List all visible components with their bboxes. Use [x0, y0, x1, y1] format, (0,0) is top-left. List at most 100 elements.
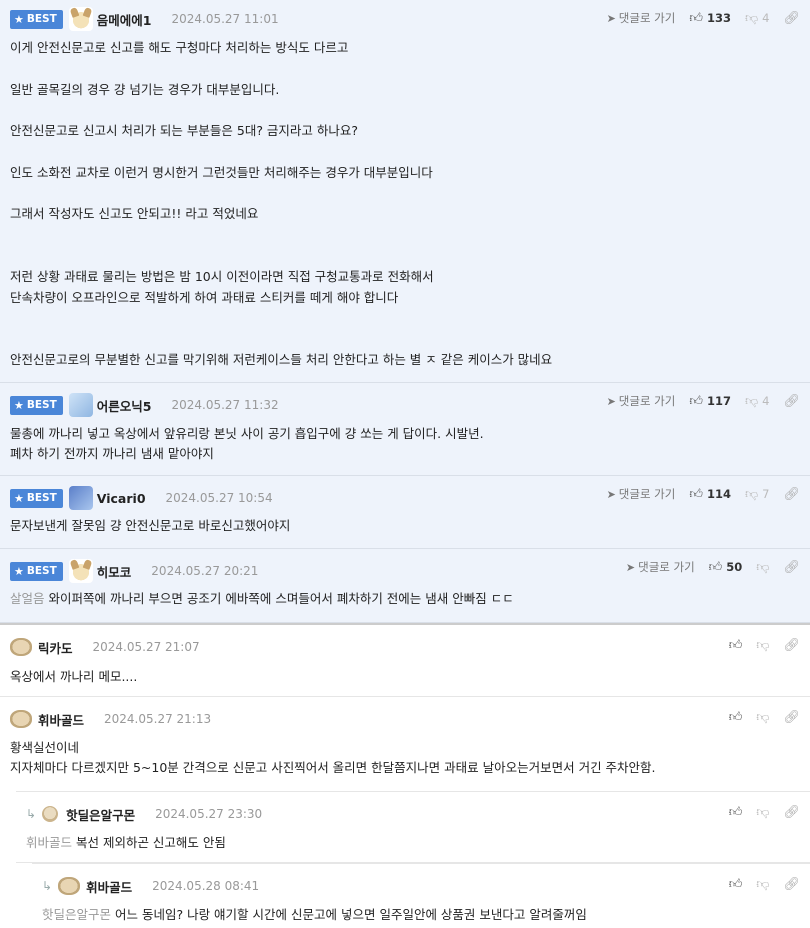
avatar[interactable]: [68, 7, 93, 31]
author-nick[interactable]: 릭카도: [38, 638, 73, 657]
thumbs-up-icon: 👍︎: [728, 637, 743, 653]
comment-date: 2024.05.27 21:13: [104, 712, 212, 726]
mention-link[interactable]: 살얼음: [10, 591, 45, 606]
avatar[interactable]: [68, 486, 93, 510]
dislike-button[interactable]: 👎︎: [756, 805, 769, 820]
author-nick[interactable]: 휘바골드: [38, 710, 84, 729]
author-nick[interactable]: 음메에에1: [97, 10, 152, 29]
star-icon: ★: [14, 564, 24, 578]
dislike-button[interactable]: 👎︎ 4: [745, 11, 770, 26]
thumbs-down-icon: 👎︎: [744, 10, 759, 26]
like-button[interactable]: 👍︎: [729, 638, 743, 653]
best-comment: ★ BEST 음메에에1 2024.05.27 11:01 ➤ 댓글로 가기 👍︎ 1…: [0, 0, 810, 383]
comment-date: 2024.05.27 10:54: [165, 491, 273, 505]
comment-body: 황색실선이네 지자체마다 다르겠지만 5~10분 간격으로 신문고 사진찍어서 …: [10, 740, 656, 775]
star-icon: ★: [14, 398, 24, 412]
like-button[interactable]: 👍︎ 117: [689, 394, 731, 409]
send-arrow-icon: ➤: [606, 11, 616, 25]
thumbs-up-icon: 👍︎: [689, 486, 703, 502]
comment-header: 릭카도 2024.05.27 21:07: [10, 635, 200, 659]
dislike-button[interactable]: 👎︎ 7: [745, 487, 770, 502]
comment-date: 2024.05.27 20:21: [151, 564, 259, 578]
link-icon[interactable]: 🔗︎: [783, 11, 800, 26]
avatar[interactable]: [58, 877, 81, 895]
goto-comment-link[interactable]: ➤ 댓글로 가기: [607, 393, 676, 409]
link-icon[interactable]: 🔗︎: [783, 394, 800, 409]
comment-body: 옥상에서 까나리 메모....: [10, 669, 138, 684]
avatar[interactable]: [10, 638, 32, 656]
goto-comment-link[interactable]: ➤ 댓글로 가기: [607, 486, 676, 502]
dislike-button[interactable]: 👎︎: [756, 560, 769, 575]
comment-tools: ➤ 댓글로 가기 👍︎ 50 👎︎ 🔗︎: [626, 557, 800, 577]
best-badge: ★ BEST: [10, 395, 63, 415]
thumbs-down-icon: 👎︎: [756, 876, 770, 892]
thumbs-up-icon: 👍︎: [708, 559, 723, 575]
send-arrow-icon: ➤: [606, 487, 616, 501]
avatar[interactable]: [68, 559, 93, 583]
like-button[interactable]: 👍︎ 114: [689, 487, 731, 502]
comment-body: 문자보낸게 잘못임 걍 안전신문고로 바로신고했어야지: [10, 518, 291, 533]
comment-header: ↳ 휘바골드 2024.05.28 08:41: [42, 874, 259, 898]
like-button[interactable]: 👍︎: [729, 877, 743, 892]
best-badge: ★ BEST: [10, 9, 63, 29]
link-icon[interactable]: 🔗︎: [783, 877, 800, 892]
best-badge: ★ BEST: [10, 561, 63, 581]
comment: 릭카도 2024.05.27 21:07 👍︎ 👎︎ 🔗︎ 옥상에서 까나리 메…: [0, 625, 810, 697]
thumbs-down-icon: 👎︎: [756, 804, 770, 820]
dislike-button[interactable]: 👎︎: [756, 638, 769, 653]
link-icon[interactable]: 🔗︎: [783, 487, 800, 502]
author-nick[interactable]: 핫딜은알구몬: [66, 805, 135, 824]
comment-tools: ➤ 댓글로 가기 👍︎ 117 👎︎ 4 🔗︎: [607, 391, 800, 411]
best-comment: ★ BEST 히모코 2024.05.27 20:21 ➤ 댓글로 가기 👍︎ 50 …: [0, 549, 810, 623]
thumbs-down-icon: 👎︎: [756, 709, 770, 725]
star-icon: ★: [14, 12, 24, 26]
author-nick[interactable]: 히모코: [97, 562, 132, 581]
thumbs-up-icon: 👍︎: [728, 876, 743, 892]
goto-comment-link[interactable]: ➤ 댓글로 가기: [626, 559, 695, 575]
reply-arrow-icon: ↳: [26, 807, 37, 821]
comment-header: ↳ 핫딜은알구몬 2024.05.27 23:30: [26, 802, 262, 826]
comment: 휘바골드 2024.05.27 21:13 👍︎ 👎︎ 🔗︎ 황색실선이네 지자…: [0, 697, 810, 791]
thumbs-up-icon: 👍︎: [728, 709, 743, 725]
reply-comment: ↳ 휘바골드 2024.05.28 08:41 👍︎ 👎︎ 🔗︎ 핫딜은알구몬 …: [32, 863, 810, 928]
dislike-button[interactable]: 👎︎ 4: [745, 394, 770, 409]
avatar[interactable]: [68, 393, 93, 417]
comment-tools: ➤ 댓글로 가기 👍︎ 133 👎︎ 4 🔗︎: [607, 8, 800, 28]
thumbs-down-icon: 👎︎: [744, 486, 759, 502]
comment-list: ★ BEST 음메에에1 2024.05.27 11:01 ➤ 댓글로 가기 👍︎ 1…: [0, 0, 810, 928]
send-arrow-icon: ➤: [625, 560, 636, 574]
like-button[interactable]: 👍︎ 133: [689, 11, 731, 26]
like-button[interactable]: 👍︎: [729, 805, 743, 820]
thumbs-down-icon: 👎︎: [744, 393, 759, 409]
goto-comment-link[interactable]: ➤ 댓글로 가기: [607, 10, 676, 26]
comment-date: 2024.05.27 21:07: [92, 640, 200, 654]
mention-link[interactable]: 핫딜은알구몬: [42, 907, 111, 922]
comment-body: 핫딜은알구몬 어느 동네임? 나랑 얘기할 시간에 신문고에 넣으면 일주일안에…: [42, 907, 587, 922]
send-arrow-icon: ➤: [606, 394, 616, 408]
comment-header: ★ BEST 히모코 2024.05.27 20:21: [10, 559, 258, 583]
comment-header: ★ BEST 음메에에1 2024.05.27 11:01: [10, 7, 279, 31]
thumbs-up-icon: 👍︎: [728, 804, 743, 820]
like-button[interactable]: 👍︎: [729, 710, 743, 725]
comment-body: 휘바골드 복선 제외하곤 신고해도 안됨: [26, 835, 226, 850]
link-icon[interactable]: 🔗︎: [783, 805, 800, 820]
author-nick[interactable]: 어른오닉5: [97, 396, 152, 415]
link-icon[interactable]: 🔗︎: [783, 560, 800, 575]
comment-date: 2024.05.27 23:30: [155, 807, 263, 821]
link-icon[interactable]: 🔗︎: [783, 710, 800, 725]
comment-tools: 👍︎ 👎︎ 🔗︎: [729, 635, 800, 655]
comment-body: 물총에 까나리 넣고 옥상에서 앞유리랑 본닛 사이 공기 흡입구에 걍 쏘는 …: [10, 426, 484, 461]
author-nick[interactable]: Vicari0: [97, 491, 146, 506]
star-icon: ★: [14, 491, 24, 505]
avatar[interactable]: [10, 710, 32, 728]
comment-header: ★ BEST Vicari0 2024.05.27 10:54: [10, 486, 273, 510]
dislike-button[interactable]: 👎︎: [756, 710, 769, 725]
avatar[interactable]: [42, 806, 59, 822]
like-button[interactable]: 👍︎ 50: [709, 560, 743, 575]
mention-link[interactable]: 휘바골드: [26, 835, 72, 850]
best-comment: ★ BEST 어른오닉5 2024.05.27 11:32 ➤ 댓글로 가기 👍︎ 1…: [0, 383, 810, 476]
dislike-button[interactable]: 👎︎: [756, 877, 769, 892]
comment-tools: 👍︎ 👎︎ 🔗︎: [729, 802, 800, 822]
author-nick[interactable]: 휘바골드: [86, 877, 132, 896]
link-icon[interactable]: 🔗︎: [783, 638, 800, 653]
